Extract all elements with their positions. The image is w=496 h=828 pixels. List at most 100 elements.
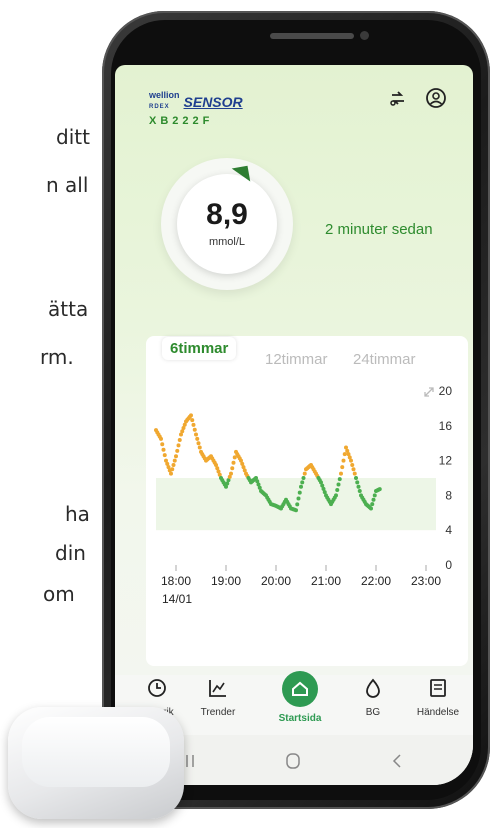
bg-text-4: rm.	[40, 345, 74, 369]
glucose-chart: 20 16 12 8 4 0 18:00 19:00 20:00 21:00 22:00 23:00 1…	[154, 385, 453, 606]
nav-bg[interactable]: BG	[343, 677, 403, 718]
x-tick-label: 20:00	[261, 574, 291, 588]
glucose-value: 8,9	[206, 198, 248, 231]
y-tick-label: 20	[439, 385, 453, 398]
sensor-device-image	[8, 707, 184, 819]
glucose-point	[349, 458, 353, 463]
x-tick-label: 19:00	[211, 574, 241, 588]
brand-logo: wellion RDEX SENSOR	[149, 90, 243, 110]
glucose-point	[369, 506, 373, 511]
glucose-point	[195, 436, 200, 441]
glucose-point	[196, 441, 201, 446]
y-tick-label: 4	[445, 523, 452, 537]
phone-speaker	[270, 33, 354, 39]
glucose-point	[371, 497, 376, 502]
nav-home-label: Startsida	[278, 713, 322, 724]
nav-events-label: Händelse	[416, 707, 460, 718]
bg-text-1: ditt	[56, 125, 90, 149]
glucose-point	[190, 418, 195, 423]
glucose-point	[356, 484, 361, 489]
glucose-point	[229, 471, 233, 476]
drop-icon	[366, 678, 380, 698]
bg-text-6: din	[55, 541, 86, 565]
glucose-point	[171, 462, 176, 467]
trend-arrow-icon	[231, 165, 251, 185]
last-reading-time: 2 minuter sedan	[325, 221, 433, 238]
bg-text-3: ätta	[48, 297, 89, 321]
glucose-point	[336, 482, 341, 487]
bg-text-2: n all	[46, 173, 89, 197]
home-button-icon[interactable]	[284, 752, 302, 770]
trend-icon	[209, 680, 226, 697]
glucose-point	[232, 455, 237, 460]
brand-wellion: wellion RDEX	[149, 90, 180, 110]
x-tick-label: 21:00	[311, 574, 341, 588]
glucose-point	[350, 462, 355, 467]
date-label: 14/01	[162, 592, 192, 606]
sync-icon[interactable]	[387, 87, 409, 109]
glucose-reading: 8,9 mmol/L	[177, 174, 277, 274]
glucose-point	[300, 480, 305, 485]
glucose-point	[159, 436, 163, 441]
event-icon	[430, 679, 446, 697]
glucose-point	[176, 443, 181, 448]
glucose-point	[370, 502, 375, 507]
y-tick-label: 16	[439, 419, 453, 433]
back-icon[interactable]	[388, 752, 406, 770]
glucose-point	[357, 489, 362, 494]
glucose-point	[297, 490, 302, 495]
glucose-point	[340, 465, 345, 470]
y-tick-label: 8	[445, 488, 452, 502]
glucose-point	[334, 493, 338, 498]
glucose-point	[339, 471, 343, 476]
glucose-point	[192, 427, 197, 432]
glucose-point	[194, 432, 198, 437]
bg-text-5: ha	[65, 502, 90, 526]
glucose-point	[189, 413, 193, 418]
tab-12-hours[interactable]: 12timmar	[265, 351, 328, 368]
nav-trends-label: Trender	[200, 707, 236, 718]
glucose-point	[162, 453, 167, 458]
account-icon[interactable]	[425, 87, 447, 109]
sensor-top-surface	[22, 717, 170, 787]
y-tick-label: 0	[445, 558, 452, 572]
clock-icon	[148, 679, 166, 697]
home-icon[interactable]	[282, 671, 318, 707]
glucose-point	[372, 493, 377, 498]
glucose-point	[294, 508, 298, 513]
x-tick-label: 23:00	[411, 574, 441, 588]
glucose-point	[299, 484, 303, 489]
glucose-point	[335, 487, 340, 492]
y-tick-label: 12	[439, 454, 453, 468]
glucose-point	[169, 471, 173, 476]
glucose-unit: mmol/L	[208, 236, 246, 248]
glucose-point	[230, 466, 235, 471]
nav-trends[interactable]: Trender	[188, 677, 248, 718]
glucose-point	[351, 467, 356, 472]
glucose-point	[301, 476, 306, 480]
tab-6-hours[interactable]: 6timmar	[162, 337, 237, 360]
x-tick-label: 22:00	[361, 574, 391, 588]
sensor-serial: XB222F	[149, 115, 214, 127]
glucose-point	[231, 460, 236, 465]
nav-home[interactable]: Startsida	[270, 710, 330, 724]
glucose-point	[377, 487, 382, 492]
glucose-point	[302, 471, 307, 476]
glucose-point	[177, 437, 182, 442]
phone-camera	[360, 31, 369, 40]
x-tick-label: 18:00	[161, 574, 191, 588]
nav-events[interactable]: Händelse	[408, 677, 468, 718]
glucose-point	[191, 422, 196, 427]
tab-24-hours[interactable]: 24timmar	[353, 351, 416, 368]
glucose-point	[342, 452, 347, 457]
glucose-point	[161, 447, 166, 452]
glucose-point	[170, 467, 175, 472]
bg-text-7: om	[43, 582, 75, 606]
glucose-point	[197, 445, 202, 450]
glucose-point	[355, 480, 360, 485]
glucose-gauge: 8,9 mmol/L	[161, 158, 293, 290]
app-screen: wellion RDEX SENSOR XB222F 8,9 mmol/L 2 m…	[115, 65, 473, 785]
glucose-point	[354, 476, 358, 480]
home-glyph-icon	[292, 681, 308, 696]
glucose-point	[172, 458, 177, 463]
